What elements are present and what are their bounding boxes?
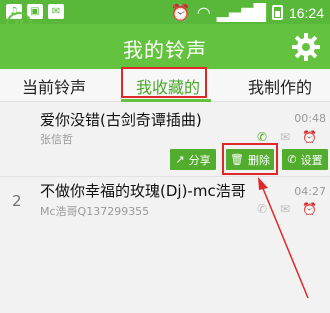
annotation-arrow <box>258 177 309 299</box>
